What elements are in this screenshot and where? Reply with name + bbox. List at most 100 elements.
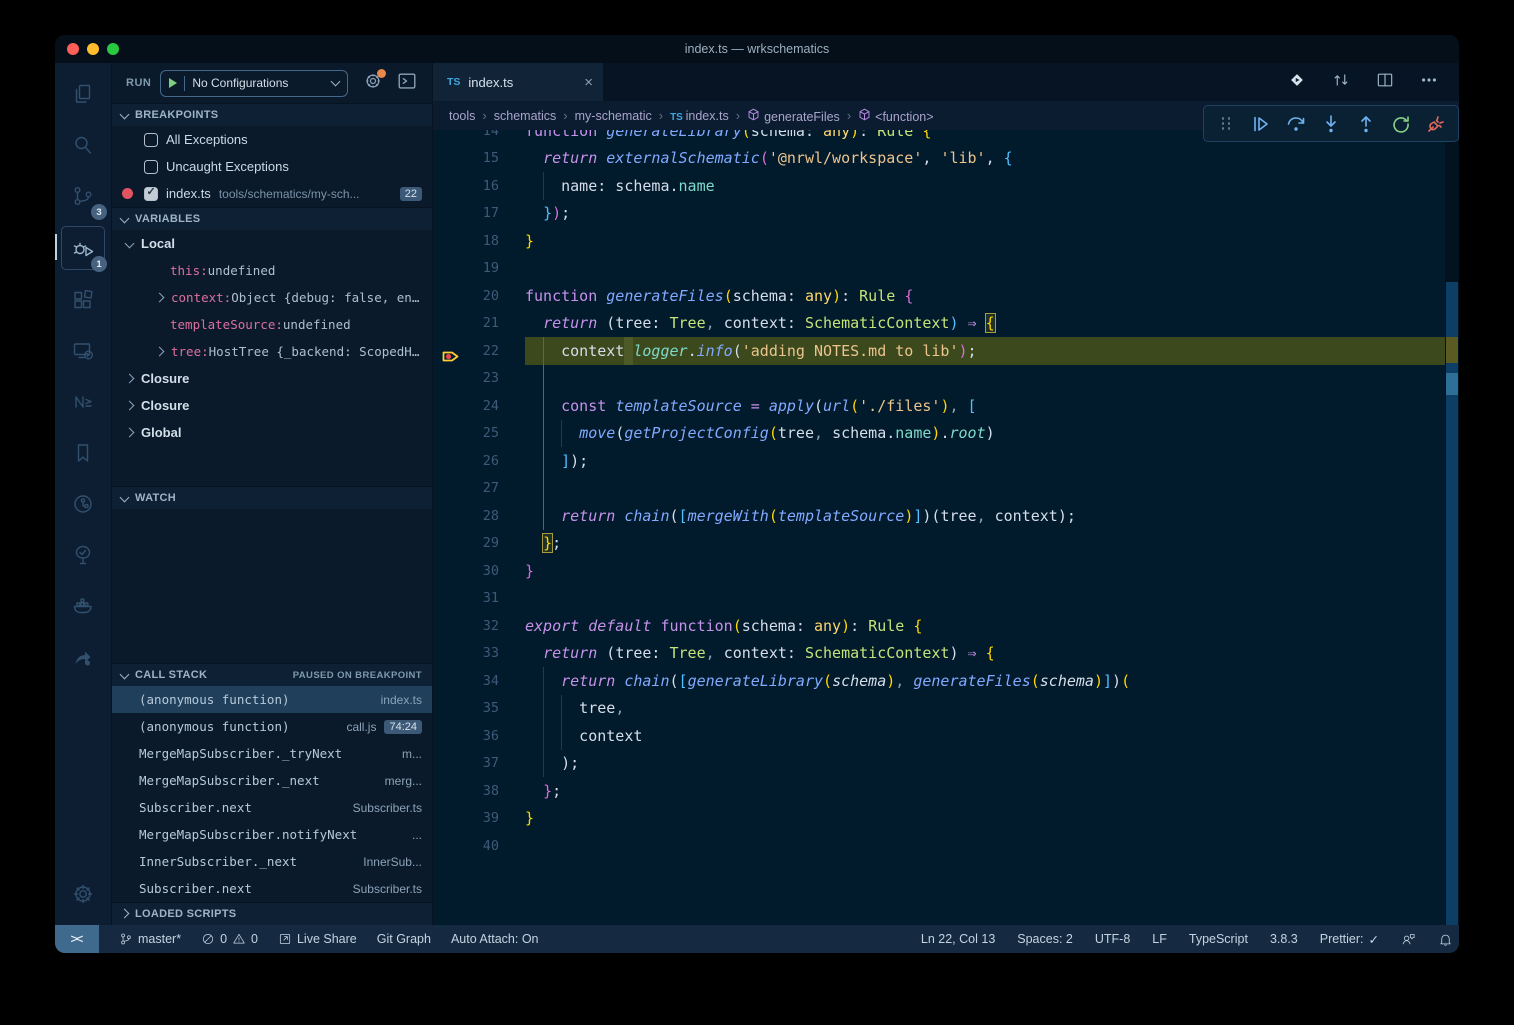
debug-console-icon[interactable]: [396, 70, 418, 97]
eol-indicator[interactable]: LF: [1152, 932, 1167, 946]
settings-gear-icon[interactable]: [62, 873, 104, 915]
code-line[interactable]: 18}: [433, 227, 1459, 255]
watch-section-header[interactable]: WATCH: [112, 486, 432, 509]
line-number[interactable]: 23: [433, 370, 525, 386]
call-stack-frame[interactable]: Subscriber.nextSubscriber.ts: [112, 875, 432, 902]
code-line[interactable]: 29 };: [433, 530, 1459, 558]
code-line[interactable]: 31: [433, 585, 1459, 613]
language-indicator[interactable]: TypeScript: [1189, 932, 1248, 946]
variable-row[interactable]: templateSource: undefined: [112, 311, 432, 338]
files-icon[interactable]: [62, 73, 104, 115]
git-graph-icon[interactable]: [62, 483, 104, 525]
step-out-icon[interactable]: [1353, 111, 1379, 137]
call-stack-frame[interactable]: (anonymous function)call.js74:24: [112, 713, 432, 740]
breadcrumb-item-generatefiles[interactable]: generateFiles: [747, 108, 840, 124]
call-stack-frame[interactable]: Subscriber.nextSubscriber.ts: [112, 794, 432, 821]
call-stack-frame[interactable]: MergeMapSubscriber.notifyNext...: [112, 821, 432, 848]
code-line[interactable]: 28 return chain([mergeWith(templateSourc…: [433, 502, 1459, 530]
line-number[interactable]: 40: [433, 838, 525, 854]
breadcrumb-item-indexts[interactable]: TS index.ts: [670, 109, 729, 123]
line-number[interactable]: 24: [433, 398, 525, 414]
breadcrumb-item-tools[interactable]: tools: [449, 109, 475, 123]
code-line[interactable]: 33 return (tree: Tree, context: Schemati…: [433, 640, 1459, 668]
line-number[interactable]: 31: [433, 590, 525, 606]
bookmarks-icon[interactable]: [62, 432, 104, 474]
breadcrumb-item-schematics[interactable]: schematics: [494, 109, 557, 123]
line-number[interactable]: 27: [433, 480, 525, 496]
code-line[interactable]: 34 return chain([generateLibrary(schema)…: [433, 667, 1459, 695]
gitlens-icon[interactable]: [1287, 70, 1307, 95]
line-number[interactable]: 34: [433, 673, 525, 689]
branch-indicator[interactable]: master*: [119, 932, 181, 946]
line-number[interactable]: 21: [433, 315, 525, 331]
restart-icon[interactable]: [1388, 111, 1414, 137]
line-number[interactable]: 30: [433, 563, 525, 579]
git-graph-button[interactable]: Git Graph: [377, 932, 431, 946]
checkbox-checked[interactable]: [144, 187, 158, 201]
line-number[interactable]: 33: [433, 645, 525, 661]
code-line[interactable]: 20function generateFiles(schema: any): R…: [433, 282, 1459, 310]
code-line[interactable]: 17 });: [433, 200, 1459, 228]
share-icon[interactable]: [62, 636, 104, 678]
code-line[interactable]: 26 ]);: [433, 447, 1459, 475]
line-number[interactable]: 19: [433, 260, 525, 276]
docker-icon[interactable]: [62, 585, 104, 627]
step-into-icon[interactable]: [1318, 111, 1344, 137]
nx-console-icon[interactable]: [62, 381, 104, 423]
line-number[interactable]: 38: [433, 783, 525, 799]
code-line[interactable]: 21 return (tree: Tree, context: Schemati…: [433, 310, 1459, 338]
breakpoint-index-ts[interactable]: index.ts tools/schematics/my-sch... 22: [112, 180, 432, 207]
ts-version-indicator[interactable]: 3.8.3: [1270, 932, 1298, 946]
code-line[interactable]: 32export default function(schema: any): …: [433, 612, 1459, 640]
code-line[interactable]: 37 );: [433, 750, 1459, 778]
variable-scope-row[interactable]: Global: [112, 419, 432, 446]
code-line[interactable]: 39}: [433, 805, 1459, 833]
breakpoints-section-header[interactable]: BREAKPOINTS: [112, 103, 432, 126]
code-line[interactable]: 40: [433, 832, 1459, 860]
start-debug-icon[interactable]: [169, 78, 177, 88]
title-bar[interactable]: index.ts — wrkschematics: [55, 35, 1459, 63]
minimize-window-button[interactable]: [87, 43, 99, 55]
line-number[interactable]: 22: [433, 343, 525, 359]
code-line[interactable]: 19: [433, 255, 1459, 283]
breadcrumb-item-myschematic[interactable]: my-schematic: [575, 109, 652, 123]
problems-indicator[interactable]: 0 0: [201, 932, 258, 946]
code-line[interactable]: 30}: [433, 557, 1459, 585]
continue-icon[interactable]: [1248, 111, 1274, 137]
test-tree-icon[interactable]: [62, 534, 104, 576]
more-actions-icon[interactable]: [1419, 70, 1439, 95]
line-number[interactable]: 25: [433, 425, 525, 441]
source-control-icon[interactable]: 3: [62, 175, 104, 217]
launch-config-dropdown[interactable]: No Configurations: [160, 70, 348, 97]
code-line[interactable]: 27: [433, 475, 1459, 503]
code-line[interactable]: 25 move(getProjectConfig(tree, schema.na…: [433, 420, 1459, 448]
remote-explorer-icon[interactable]: [62, 330, 104, 372]
feedback-icon[interactable]: [1401, 932, 1416, 947]
code-line[interactable]: 35 tree,: [433, 695, 1459, 723]
code-line[interactable]: 22 context.logger.info('adding NOTES.md …: [433, 337, 1459, 365]
checkbox-unchecked[interactable]: [144, 160, 158, 174]
line-number[interactable]: 37: [433, 755, 525, 771]
code-line[interactable]: 16 name: schema.name: [433, 172, 1459, 200]
variable-row[interactable]: this: undefined: [112, 257, 432, 284]
drag-grip-icon[interactable]: [1213, 111, 1239, 137]
open-changes-icon[interactable]: [1331, 70, 1351, 95]
code-line[interactable]: 15 return externalSchematic('@nrwl/works…: [433, 145, 1459, 173]
variable-scope-row[interactable]: Closure: [112, 392, 432, 419]
auto-attach-button[interactable]: Auto Attach: On: [451, 932, 539, 946]
call-stack-frame[interactable]: InnerSubscriber._nextInnerSub...: [112, 848, 432, 875]
line-number[interactable]: 20: [433, 288, 525, 304]
cursor-position[interactable]: Ln 22, Col 13: [921, 932, 995, 946]
call-stack-section-header[interactable]: CALL STACK PAUSED ON BREAKPOINT: [112, 663, 432, 686]
call-stack-frame[interactable]: MergeMapSubscriber._nextmerg...: [112, 767, 432, 794]
call-stack-frame[interactable]: MergeMapSubscriber._tryNextm...: [112, 740, 432, 767]
variable-scope-row[interactable]: Local: [112, 230, 432, 257]
line-number[interactable]: 39: [433, 810, 525, 826]
line-number[interactable]: 29: [433, 535, 525, 551]
disconnect-icon[interactable]: [1423, 111, 1449, 137]
code-line[interactable]: 36 context: [433, 722, 1459, 750]
line-number[interactable]: 36: [433, 728, 525, 744]
line-number[interactable]: 32: [433, 618, 525, 634]
code-line[interactable]: 38 };: [433, 777, 1459, 805]
variables-section-header[interactable]: VARIABLES: [112, 207, 432, 230]
